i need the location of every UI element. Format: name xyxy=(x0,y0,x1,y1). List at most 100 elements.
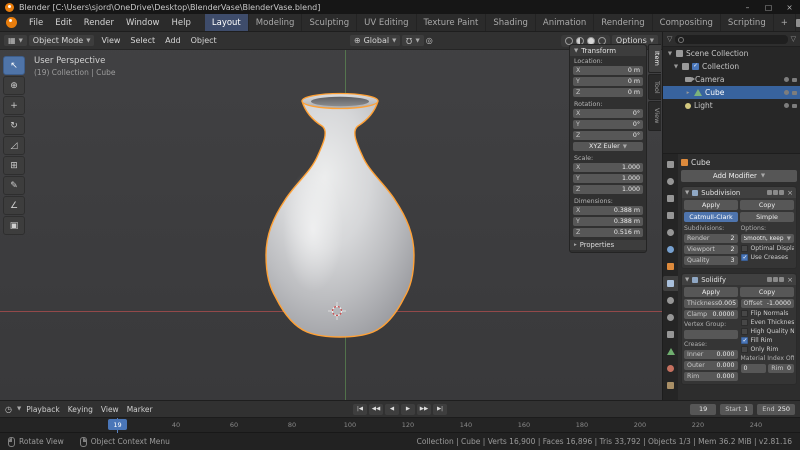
flip-normals-checkbox[interactable]: Flip Normals xyxy=(740,310,795,317)
transport-button[interactable]: |◀ xyxy=(353,403,367,415)
timeline-editor-icon[interactable]: ◷ xyxy=(5,405,12,414)
editor-type-button[interactable]: ▦ ▼ xyxy=(4,35,27,46)
timeline-menu-item[interactable]: Keying xyxy=(68,405,93,414)
funnel-icon[interactable]: ▽ xyxy=(791,35,796,43)
filter-icon[interactable]: ▽ xyxy=(667,35,672,43)
workspace-tab[interactable]: Texture Paint xyxy=(417,14,487,31)
scale-y-field[interactable]: Y 1.000 xyxy=(573,174,643,183)
maximize-button[interactable]: □ xyxy=(758,0,779,14)
quality-field[interactable]: Quality 3 xyxy=(684,256,738,265)
edit-mode-toggle-icon[interactable] xyxy=(767,190,773,195)
offset-field[interactable]: Offset -1.0000 xyxy=(740,299,794,308)
dimensions-z-field[interactable]: Z 0.516 m xyxy=(573,228,643,237)
apply-button[interactable]: Apply xyxy=(684,200,738,210)
tab-output[interactable] xyxy=(663,191,678,206)
timeline-menu-item[interactable]: Marker xyxy=(127,405,153,414)
render-toggle-icon[interactable] xyxy=(779,277,785,282)
rotation-z-field[interactable]: Z 0° xyxy=(573,131,643,140)
caret-down-icon[interactable]: ▼ xyxy=(667,51,673,57)
material-index-field[interactable]: 0 xyxy=(740,364,767,373)
high-quality-normals-checkbox[interactable]: High Quality Normals xyxy=(740,328,794,335)
simple-toggle[interactable]: Simple xyxy=(740,212,794,222)
proportional-editing-icon[interactable]: ◎ xyxy=(426,36,433,45)
workspace-tab[interactable]: UV Editing xyxy=(357,14,417,31)
transport-button[interactable]: ▶| xyxy=(433,403,447,415)
scene-selector[interactable]: Scene × xyxy=(795,18,800,27)
timeline-menu-item[interactable]: View xyxy=(101,405,119,414)
outliner-row-scene-collection[interactable]: ▼ Scene Collection xyxy=(663,47,800,60)
tool-button[interactable]: ∠ xyxy=(3,196,25,215)
tab-view-layer[interactable] xyxy=(663,208,678,223)
optimal-display-checkbox[interactable]: Optimal Display xyxy=(740,245,794,252)
tool-button[interactable]: ✎ xyxy=(3,176,25,195)
workspace-tab[interactable]: Compositing xyxy=(653,14,721,31)
tool-button[interactable]: ↖ xyxy=(3,56,25,75)
viewport-menu-item[interactable]: Object xyxy=(186,36,222,45)
tab-modifiers[interactable] xyxy=(663,276,678,291)
copy-button[interactable]: Copy xyxy=(740,200,794,210)
even-thickness-checkbox[interactable]: Even Thickness xyxy=(740,319,794,326)
workspace-tab[interactable]: Scripting xyxy=(721,14,774,31)
tab-tool[interactable]: Tool xyxy=(648,73,661,101)
mode-dropdown[interactable]: Object Mode ▼ xyxy=(28,35,95,46)
workspace-tab[interactable]: Modeling xyxy=(249,14,303,31)
transform-panel-header[interactable]: ▼ Transform xyxy=(570,45,646,56)
timeline-ruler[interactable]: 20406080100120140160180200220240 19 xyxy=(0,417,800,433)
current-frame-field[interactable]: 19 xyxy=(690,403,717,415)
realtime-toggle-icon[interactable] xyxy=(773,190,779,195)
tab-render[interactable] xyxy=(663,174,678,189)
rotation-x-field[interactable]: X 0° xyxy=(573,109,643,118)
close-button[interactable]: × xyxy=(779,0,800,14)
copy-button[interactable]: Copy xyxy=(740,287,794,297)
tab-tool-settings[interactable] xyxy=(663,157,678,172)
tool-button[interactable]: ⊕ xyxy=(3,76,25,95)
tab-object[interactable] xyxy=(663,259,678,274)
transport-button[interactable]: ◀◀ xyxy=(369,403,383,415)
tab-material[interactable] xyxy=(663,361,678,376)
topbar-menu-item[interactable]: Render xyxy=(78,14,120,31)
tab-world[interactable] xyxy=(663,242,678,257)
outliner-search-input[interactable] xyxy=(675,34,788,44)
workspace-tab[interactable]: Layout xyxy=(204,14,249,31)
add-modifier-button[interactable]: Add Modifier ▼ xyxy=(681,170,797,182)
workspace-tab[interactable]: + xyxy=(774,14,796,31)
clamp-field[interactable]: Clamp 0.0000 xyxy=(684,310,738,319)
viewport-menu-item[interactable]: Select xyxy=(125,36,160,45)
disable-render-icon[interactable] xyxy=(792,77,797,82)
location-z-field[interactable]: Z 0 m xyxy=(573,88,643,97)
viewport-levels-field[interactable]: Viewport 2 xyxy=(684,245,738,254)
render-toggle-icon[interactable] xyxy=(779,190,785,195)
catmull-clark-toggle[interactable]: Catmull-Clark xyxy=(684,212,738,222)
vertex-group-field[interactable] xyxy=(684,330,738,339)
dimensions-y-field[interactable]: Y 0.388 m xyxy=(573,217,643,226)
viewport-3d[interactable]: ▦ ▼ Object Mode ▼ View Select Add Object ⊕ Glo… xyxy=(0,32,662,400)
realtime-toggle-icon[interactable] xyxy=(773,277,779,282)
transform-orientation-dropdown[interactable]: ⊕ Global ▼ xyxy=(349,35,401,46)
timeline-menu-item[interactable]: Playback xyxy=(26,405,59,414)
hide-eye-icon[interactable] xyxy=(784,77,789,82)
location-x-field[interactable]: X 0 m xyxy=(573,66,643,75)
outliner-row-light[interactable]: Light xyxy=(663,99,800,112)
tool-button[interactable]: ⊞ xyxy=(3,156,25,175)
topbar-menu-item[interactable]: Help xyxy=(165,14,196,31)
transport-button[interactable]: ▶ xyxy=(401,403,415,415)
tab-view[interactable]: View xyxy=(648,101,661,131)
tool-button[interactable]: ◿ xyxy=(3,136,25,155)
tool-button[interactable]: ▣ xyxy=(3,216,25,235)
hide-eye-icon[interactable] xyxy=(784,90,789,95)
workspace-tab[interactable]: Sculpting xyxy=(302,14,358,31)
topbar-menu-item[interactable]: Edit xyxy=(49,14,77,31)
dimensions-x-field[interactable]: X 0.388 m xyxy=(573,206,643,215)
vase-object[interactable] xyxy=(245,60,435,350)
rotation-y-field[interactable]: Y 0° xyxy=(573,120,643,129)
crease-outer-field[interactable]: Outer 0.000 xyxy=(684,361,738,370)
transport-button[interactable]: ◀ xyxy=(385,403,399,415)
crease-rim-field[interactable]: Rim 0.000 xyxy=(684,372,738,381)
only-rim-checkbox[interactable]: Only Rim xyxy=(740,346,795,353)
breadcrumb-object-name[interactable]: Cube xyxy=(691,158,710,167)
outliner-row-collection[interactable]: ▼ ✓ Collection xyxy=(663,60,800,73)
caret-down-icon[interactable]: ▼ xyxy=(673,64,679,70)
fill-rim-checkbox[interactable]: Fill Rim xyxy=(740,337,795,344)
topbar-menu-item[interactable]: Window xyxy=(120,14,166,31)
rotation-mode-dropdown[interactable]: XYZ Euler ▼ xyxy=(573,142,643,151)
